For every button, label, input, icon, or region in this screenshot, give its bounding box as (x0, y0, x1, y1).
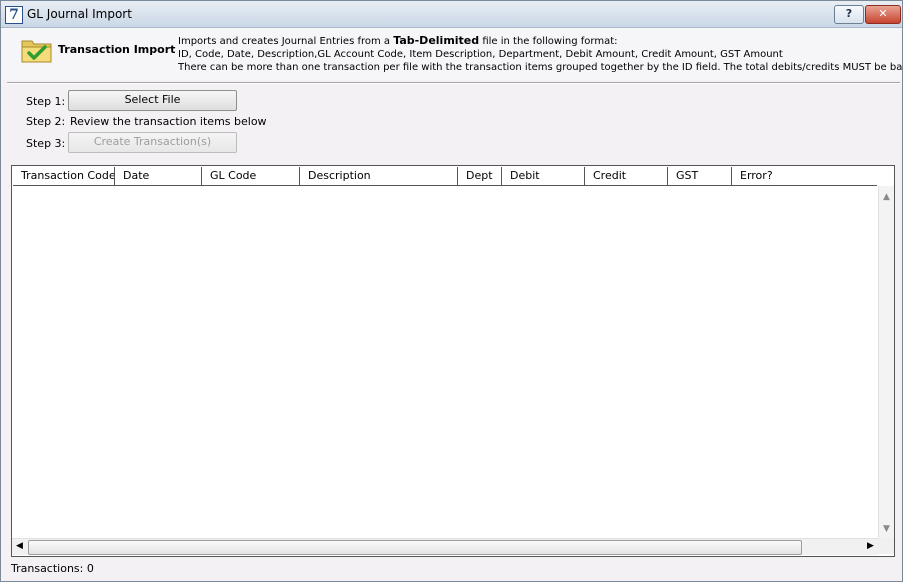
help-button[interactable]: ? (834, 5, 864, 24)
window-title: GL Journal Import (27, 7, 132, 21)
title-bar[interactable]: 7 GL Journal Import ? ✕ (1, 1, 902, 28)
step2-instructions: Review the transaction items below (70, 115, 267, 128)
section-heading: Transaction Import (58, 43, 176, 56)
select-file-button[interactable]: Select File (68, 90, 237, 111)
transaction-grid[interactable]: Transaction Code Date GL Code Descriptio… (11, 165, 895, 557)
horizontal-scroll-thumb[interactable] (28, 540, 802, 555)
column-header-date[interactable]: Date (115, 167, 202, 185)
column-header-debit[interactable]: Debit (502, 167, 585, 185)
desc-bold: Tab-Delimited (393, 34, 480, 47)
column-header-transaction-code[interactable]: Transaction Code (13, 167, 115, 185)
import-description: Imports and creates Journal Entries from… (178, 34, 903, 74)
desc-prefix: Imports and creates Journal Entries from… (178, 36, 394, 47)
step2-label: Step 2: (26, 115, 66, 128)
scroll-down-arrow-icon[interactable]: ▼ (879, 522, 894, 537)
grid-header: Transaction Code Date GL Code Descriptio… (13, 167, 877, 186)
vertical-scrollbar[interactable]: ▲ ▼ (878, 186, 894, 538)
column-header-description[interactable]: Description (300, 167, 458, 185)
app-icon: 7 (5, 6, 23, 24)
column-header-gl-code[interactable]: GL Code (202, 167, 300, 185)
header-separator (7, 82, 900, 84)
close-button[interactable]: ✕ (865, 5, 901, 24)
horizontal-scrollbar[interactable]: ◀ ▶ (12, 538, 878, 555)
step3-label: Step 3: (26, 137, 66, 150)
scroll-left-arrow-icon[interactable]: ◀ (12, 539, 27, 554)
note-line: There can be more than one transaction p… (178, 62, 903, 73)
step1-label: Step 1: (26, 95, 66, 108)
format-line: ID, Code, Date, Description,GL Account C… (178, 49, 783, 60)
header-panel: Transaction Import Imports and creates J… (1, 28, 903, 80)
column-header-dept[interactable]: Dept (458, 167, 502, 185)
column-header-credit[interactable]: Credit (585, 167, 668, 185)
column-header-gst[interactable]: GST (668, 167, 732, 185)
gl-journal-import-window: 7 GL Journal Import ? ✕ Transaction Impo… (0, 0, 903, 582)
transaction-count-status: Transactions: 0 (11, 562, 94, 575)
column-header-error[interactable]: Error? (732, 167, 877, 185)
folder-check-icon (21, 40, 52, 63)
create-transactions-button[interactable]: Create Transaction(s) (68, 132, 237, 153)
desc-suffix: file in the following format: (479, 36, 618, 47)
description-line-1: Imports and creates Journal Entries from… (178, 34, 903, 48)
scrollbar-corner (878, 538, 894, 554)
scroll-up-arrow-icon[interactable]: ▲ (879, 190, 894, 205)
scroll-right-arrow-icon[interactable]: ▶ (863, 539, 878, 554)
